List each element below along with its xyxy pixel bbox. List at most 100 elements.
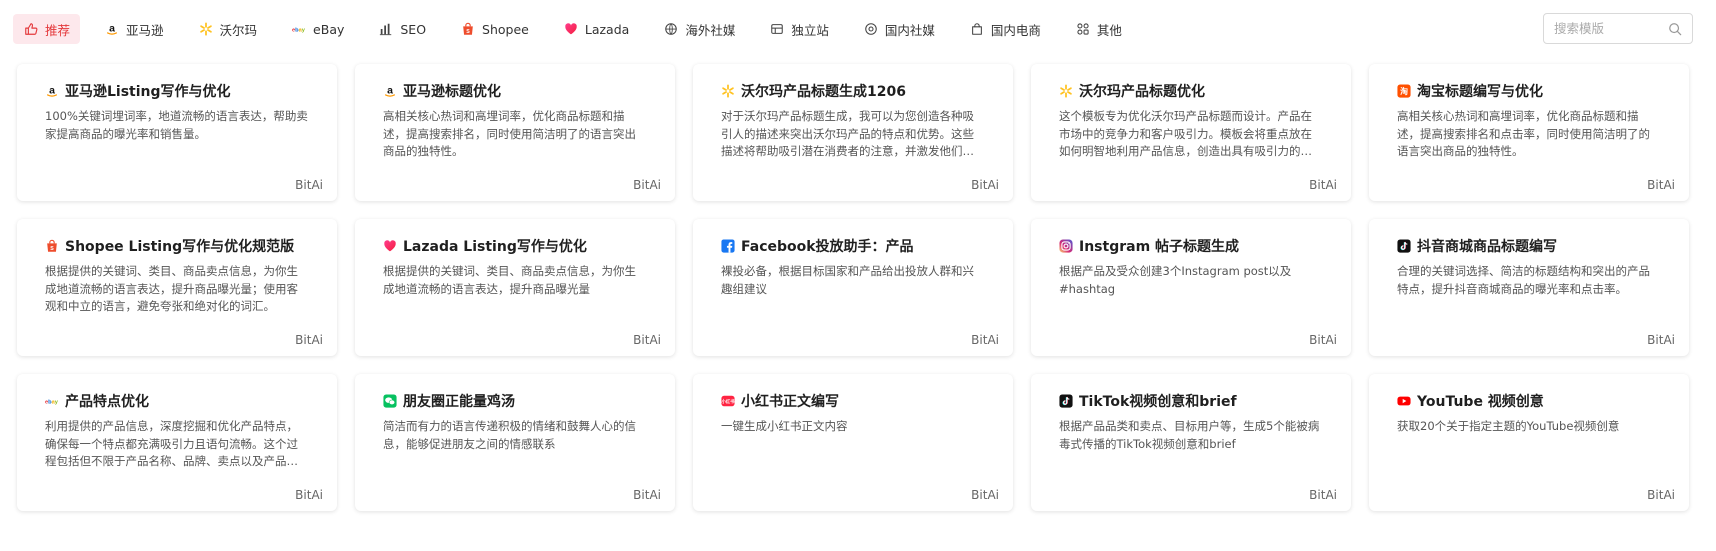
card-title: 沃尔玛产品标题生成1206 <box>721 80 985 102</box>
template-card[interactable]: YouTube 视频创意获取20个关于指定主题的YouTube视频创意 BitAi <box>1369 374 1689 511</box>
card-author: BitAi <box>971 333 999 347</box>
card-description: 高相关核心热词和高埋词率，优化商品标题和描述，提高搜索排名，同时使用简洁明了的语… <box>383 109 636 158</box>
tab-label: 国内社媒 <box>884 22 935 38</box>
svg-text:ebay: ebay <box>45 400 59 406</box>
card-author: BitAi <box>1309 178 1337 192</box>
card-title: 朋友圈正能量鸡汤 <box>383 390 647 412</box>
shopee-icon: S <box>45 239 59 253</box>
template-card[interactable]: a 亚马逊标题优化高相关核心热词和高埋词率，优化商品标题和描述，提高搜索排名，同时… <box>355 64 675 201</box>
instagram-icon <box>1059 239 1073 253</box>
card-author: BitAi <box>1309 333 1337 347</box>
card-author: BitAi <box>295 333 323 347</box>
card-description: 简洁而有力的语言传递积极的情绪和鼓舞人心的信息，能够促进朋友之间的情感联系 <box>383 419 636 451</box>
card-description: 高相关核心热词和高埋词率，优化商品标题和描述，提高搜索排名和点击率，同时使用简洁… <box>1397 109 1650 158</box>
tab-1[interactable]: a 亚马逊 <box>94 14 174 44</box>
tab-4[interactable]: SEO <box>368 14 436 44</box>
card-author: BitAi <box>1647 178 1675 192</box>
tab-5[interactable]: S Shopee <box>450 14 539 44</box>
template-card[interactable]: 小红书 小红书正文编写一键生成小红书正文内容 BitAi <box>693 374 1013 511</box>
template-card[interactable]: Lazada Listing写作与优化根据提供的关键词、类目、商品卖点信息，为你… <box>355 219 675 356</box>
card-description: 根据提供的关键词、类目、商品卖点信息，为你生成地道流畅的语言表达，提升商品曝光量 <box>383 264 636 296</box>
template-card[interactable]: Facebook投放助手：产品 裸投必备，根据目标国家和产品给出投放人群和兴趣组建… <box>693 219 1013 356</box>
card-title: YouTube 视频创意 <box>1397 390 1661 412</box>
search-icon[interactable] <box>1668 22 1682 36</box>
tab-7[interactable]: 海外社媒 <box>653 14 745 44</box>
card-title-text: Instgram 帖子标题生成 <box>1079 239 1240 255</box>
card-title-text: YouTube 视频创意 <box>1417 394 1544 410</box>
tab-0[interactable]: 推荐 <box>13 14 81 44</box>
tab-label: 沃尔玛 <box>219 22 258 38</box>
card-description: 合理的关键词选择、简洁的标题结构和突出的产品特点，提升抖音商城商品的曝光率和点击… <box>1397 264 1650 296</box>
tiktok-icon <box>1397 239 1411 253</box>
card-description: 利用提供的产品信息，深度挖掘和优化产品特点，确保每一个特点都充满吸引力且语句流畅… <box>45 419 298 468</box>
card-title-text: TikTok视频创意和brief <box>1079 394 1237 410</box>
card-author: BitAi <box>1647 488 1675 502</box>
search-input[interactable] <box>1554 21 1664 36</box>
wechat-icon <box>383 394 397 408</box>
template-card[interactable]: TikTok视频创意和brief 根据产品品类和卖点、目标用户等，生成5个能被病毒… <box>1031 374 1351 511</box>
card-title: a 亚马逊标题优化 <box>383 80 647 102</box>
youtube-icon <box>1397 394 1411 408</box>
tab-9[interactable]: 国内社媒 <box>853 14 945 44</box>
tab-10[interactable]: 国内电商 <box>959 14 1051 44</box>
card-description: 获取20个关于指定主题的YouTube视频创意 <box>1397 419 1620 433</box>
card-title: 小红书 小红书正文编写 <box>721 390 985 412</box>
card-title: TikTok视频创意和brief <box>1059 390 1323 412</box>
shopping-bag-icon <box>969 21 985 37</box>
template-card[interactable]: a 亚马逊Listing写作与优化 100%关键词埋词率，地道流畅的语言表达，帮助卖… <box>17 64 337 201</box>
amazon-icon: a <box>104 21 120 37</box>
tab-label: 推荐 <box>45 22 71 38</box>
tab-label: 国内电商 <box>990 22 1041 38</box>
amazon-icon: a <box>45 84 59 98</box>
card-author: BitAi <box>633 488 661 502</box>
svg-text:a: a <box>109 23 115 35</box>
xiaohongshu-icon: 小红书 <box>721 394 735 408</box>
template-card[interactable]: 朋友圈正能量鸡汤简洁而有力的语言传递积极的情绪和鼓舞人心的信息，能够促进朋友之间… <box>355 374 675 511</box>
search-box[interactable] <box>1543 13 1693 44</box>
svg-text:S: S <box>50 246 54 252</box>
walmart-icon <box>1059 84 1073 98</box>
tab-11[interactable]: 其他 <box>1065 14 1132 44</box>
card-title: Lazada Listing写作与优化 <box>383 235 647 257</box>
lazada-icon <box>383 239 397 253</box>
card-title: ebay 产品特点优化 <box>45 390 309 412</box>
template-card[interactable]: ebay 产品特点优化利用提供的产品信息，深度挖掘和优化产品特点，确保每一个特点都… <box>17 374 337 511</box>
card-title: Instgram 帖子标题生成 <box>1059 235 1323 257</box>
card-author: BitAi <box>295 178 323 192</box>
card-author: BitAi <box>633 333 661 347</box>
tab-8[interactable]: 独立站 <box>759 14 839 44</box>
card-title-text: 抖音商城商品标题编写 <box>1417 239 1557 255</box>
card-title: 沃尔玛产品标题优化 <box>1059 80 1323 102</box>
card-title-text: 朋友圈正能量鸡汤 <box>403 394 515 410</box>
card-title-text: Facebook投放助手：产品 <box>741 239 914 255</box>
tab-3[interactable]: ebay eBay <box>281 14 354 44</box>
walmart-icon <box>198 21 214 37</box>
template-card[interactable]: 淘淘宝标题编写与优化 高相关核心热词和高埋词率，优化商品标题和描述，提高搜索排名和… <box>1369 64 1689 201</box>
card-author: BitAi <box>1309 488 1337 502</box>
template-card[interactable]: S Shopee Listing写作与优化规范版 根据提供的关键词、类目、商品卖点信… <box>17 219 337 356</box>
tab-2[interactable]: 沃尔玛 <box>188 14 268 44</box>
tab-6[interactable]: Lazada <box>553 14 639 44</box>
svg-text:ebay: ebay <box>292 28 306 34</box>
card-description: 根据产品品类和卖点、目标用户等，生成5个能被病毒式传播的TikTok视频创意和b… <box>1059 419 1320 451</box>
card-title: 抖音商城商品标题编写 <box>1397 235 1661 257</box>
card-author: BitAi <box>295 488 323 502</box>
template-card[interactable]: 沃尔玛产品标题优化 这个模板专为优化沃尔玛产品标题而设计。产品在市场中的竞争力和客… <box>1031 64 1351 201</box>
template-card[interactable]: 抖音商城商品标题编写合理的关键词选择、简洁的标题结构和突出的产品特点，提升抖音商… <box>1369 219 1689 356</box>
taobao-icon: 淘 <box>1397 84 1411 98</box>
card-title-text: 亚马逊Listing写作与优化 <box>65 84 231 100</box>
card-author: BitAi <box>1647 333 1675 347</box>
card-author: BitAi <box>971 488 999 502</box>
template-card[interactable]: Instgram 帖子标题生成 根据产品及受众创建3个Instagram post… <box>1031 219 1351 356</box>
card-title-text: 小红书正文编写 <box>741 394 839 410</box>
svg-text:淘: 淘 <box>1400 86 1408 96</box>
facebook-icon <box>721 239 735 253</box>
card-description: 一键生成小红书正文内容 <box>721 419 848 433</box>
tab-label: SEO <box>400 21 427 37</box>
template-card[interactable]: 沃尔玛产品标题生成1206 对于沃尔玛产品标题生成，我可以为您创造各种吸引人的描述… <box>693 64 1013 201</box>
card-description: 100%关键词埋词率，地道流畅的语言表达，帮助卖家提高商品的曝光率和销售量。 <box>45 109 308 141</box>
card-title-text: Shopee Listing写作与优化规范版 <box>65 239 295 255</box>
svg-text:a: a <box>387 85 393 97</box>
card-title: S Shopee Listing写作与优化规范版 <box>45 235 309 257</box>
template-grid: a 亚马逊Listing写作与优化 100%关键词埋词率，地道流畅的语言表达，帮助卖… <box>17 64 1689 511</box>
